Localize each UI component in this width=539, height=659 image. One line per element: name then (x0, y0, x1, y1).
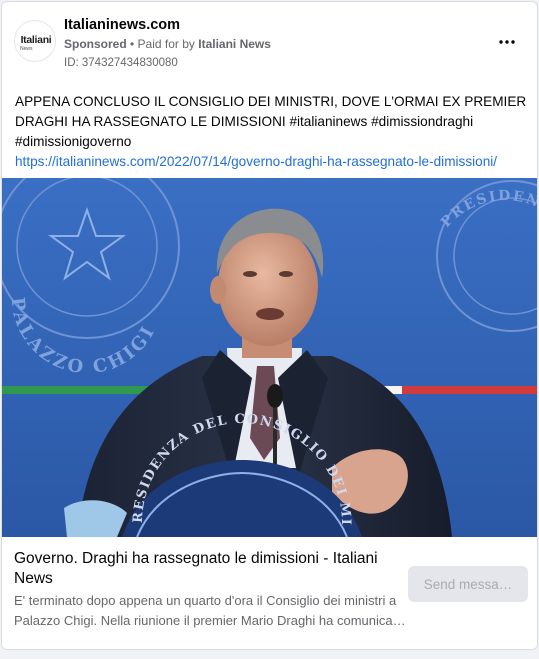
preview-description: E' terminato dopo appena un quarto d'ora… (14, 593, 404, 628)
post-url-link[interactable]: https://italianinews.com/2022/07/14/gove… (15, 154, 497, 169)
sponsored-post-card: Italiani News Italianinews.com Sponsored… (1, 1, 538, 650)
sponsored-meta: Sponsored • Paid for by Italiani News (64, 37, 271, 51)
paid-by-name[interactable]: Italiani News (198, 37, 271, 51)
post-header: Italiani News Italianinews.com Sponsored… (2, 2, 537, 80)
hashtag-link[interactable]: #dimissionigoverno (15, 134, 131, 149)
avatar-logo-subtext: News (20, 46, 33, 52)
page-name-link[interactable]: Italianinews.com (64, 17, 180, 33)
paid-for-prefix: • Paid for by (126, 37, 199, 51)
sponsored-label: Sponsored (64, 37, 127, 51)
press-conference-photo: PALAZZO CHIGI PRESIDENZA DEL CONSIGLIO D… (2, 178, 537, 537)
hashtag-link[interactable]: #dimissiondraghi (371, 114, 473, 129)
post-image[interactable]: PALAZZO CHIGI PRESIDENZA DEL CONSIGLIO D… (2, 178, 537, 537)
hashtag-link[interactable]: #italianinews (289, 114, 367, 129)
send-message-button[interactable]: Send messa… (408, 566, 528, 602)
ad-id: ID: 374327434830080 (64, 57, 178, 69)
page-avatar[interactable]: Italiani News (14, 20, 56, 62)
more-horizontal-icon (499, 40, 515, 44)
link-preview[interactable]: Governo. Draghi ha rassegnato le dimissi… (2, 537, 537, 649)
more-options-button[interactable] (495, 32, 519, 52)
post-message: APPENA CONCLUSO IL CONSIGLIO DEI MINISTR… (15, 92, 530, 172)
preview-title[interactable]: Governo. Draghi ha rassegnato le dimissi… (14, 549, 399, 589)
avatar-logo-text: Italiani (20, 34, 52, 46)
